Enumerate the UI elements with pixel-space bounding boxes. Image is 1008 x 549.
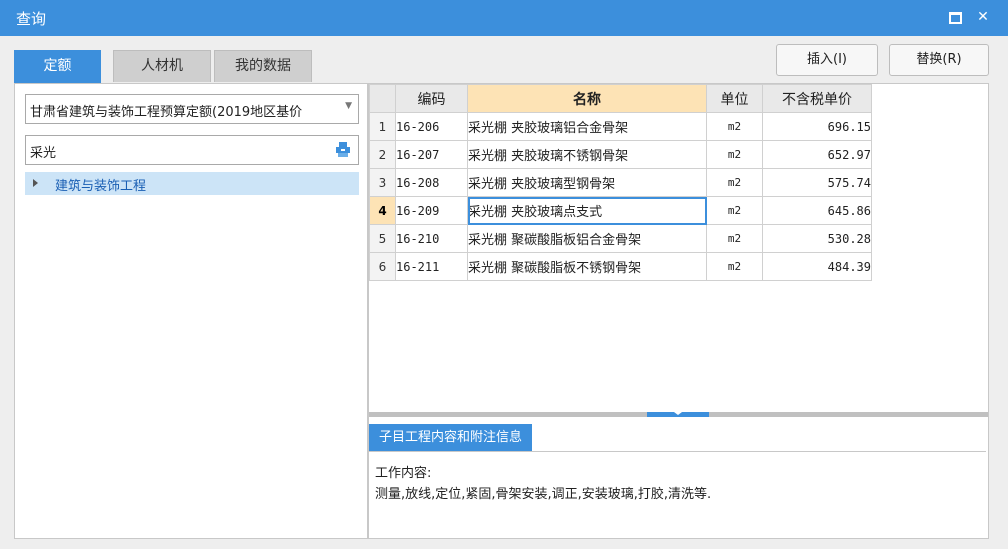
code-cell[interactable]: 16-211 [395, 252, 468, 281]
search-input[interactable]: 采光 [25, 135, 359, 165]
name-cell[interactable]: 采光棚 夹胶玻璃型钢骨架 [467, 168, 707, 197]
code-cell[interactable]: 16-209 [395, 196, 468, 225]
column-header-code[interactable]: 编码 [395, 84, 468, 113]
chevron-down-icon[interactable]: ▼ [345, 101, 352, 111]
name-cell-selected[interactable]: 采光棚 夹胶玻璃点支式 [467, 196, 707, 225]
name-cell[interactable]: 采光棚 夹胶玻璃不锈钢骨架 [467, 140, 707, 169]
quota-library-value: 甘肃省建筑与装饰工程预算定额(2019地区基价 [30, 105, 303, 120]
search-icon[interactable] [336, 142, 350, 157]
unit-cell[interactable]: m2 [706, 224, 763, 253]
price-cell[interactable]: 575.74 [762, 168, 872, 197]
tab-item-info[interactable]: 子目工程内容和附注信息 [369, 424, 533, 451]
unit-cell[interactable]: m2 [706, 168, 763, 197]
row-number: 1 [369, 112, 396, 141]
replace-button[interactable]: 替换(R) [889, 44, 989, 76]
row-number: 3 [369, 168, 396, 197]
code-cell[interactable]: 16-207 [395, 140, 468, 169]
unit-cell[interactable]: m2 [706, 252, 763, 281]
unit-cell[interactable]: m2 [706, 112, 763, 141]
price-cell[interactable]: 484.39 [762, 252, 872, 281]
right-panel: 编码 名称 单位 不含税单价 1 16-206 采光棚 夹胶玻璃铝合金骨架 m2… [368, 83, 989, 539]
column-header-name[interactable]: 名称 [467, 84, 707, 113]
tree-item-building-decoration[interactable]: 建筑与装饰工程 [25, 172, 359, 195]
tab-my-data[interactable]: 我的数据 [214, 50, 312, 82]
tree-item-label: 建筑与装饰工程 [55, 179, 147, 194]
item-info-panel: 工作内容: 测量,放线,定位,紧固,骨架安装,调正,安装玻璃,打胶,清洗等. [369, 451, 986, 538]
search-input-value: 采光 [30, 146, 57, 161]
window-title: 查询 [16, 10, 47, 28]
price-cell[interactable]: 530.28 [762, 224, 872, 253]
price-cell[interactable]: 696.15 [762, 112, 872, 141]
left-panel: 甘肃省建筑与装饰工程预算定额(2019地区基价 ▼ 采光 建筑与装饰工程 [14, 83, 368, 539]
column-header-unit[interactable]: 单位 [706, 84, 763, 113]
code-cell[interactable]: 16-206 [395, 112, 468, 141]
tab-quota[interactable]: 定额 [14, 50, 101, 83]
table-row[interactable]: 1 16-206 采光棚 夹胶玻璃铝合金骨架 m2 696.15 [369, 112, 872, 141]
chevron-down-icon [674, 412, 682, 415]
table-row[interactable]: 3 16-208 采光棚 夹胶玻璃型钢骨架 m2 575.74 [369, 168, 872, 197]
name-cell[interactable]: 采光棚 聚碳酸脂板不锈钢骨架 [467, 252, 707, 281]
splitter-grip[interactable] [647, 412, 709, 417]
quota-library-select[interactable]: 甘肃省建筑与装饰工程预算定额(2019地区基价 ▼ [25, 94, 359, 124]
title-bar: 查询 ✕ [0, 0, 1008, 36]
code-cell[interactable]: 16-208 [395, 168, 468, 197]
row-number-header [369, 84, 396, 113]
row-number: 6 [369, 252, 396, 281]
work-content-label: 工作内容: [375, 466, 432, 481]
close-icon[interactable]: ✕ [972, 6, 994, 28]
splitter[interactable] [369, 412, 988, 417]
price-cell[interactable]: 652.97 [762, 140, 872, 169]
row-number: 4 [369, 196, 396, 225]
table-row[interactable]: 5 16-210 采光棚 聚碳酸脂板铝合金骨架 m2 530.28 [369, 224, 872, 253]
name-cell[interactable]: 采光棚 夹胶玻璃铝合金骨架 [467, 112, 707, 141]
code-cell[interactable]: 16-210 [395, 224, 468, 253]
table-row[interactable]: 2 16-207 采光棚 夹胶玻璃不锈钢骨架 m2 652.97 [369, 140, 872, 169]
column-header-price[interactable]: 不含税单价 [762, 84, 872, 113]
insert-button[interactable]: 插入(I) [776, 44, 878, 76]
table-row[interactable]: 6 16-211 采光棚 聚碳酸脂板不锈钢骨架 m2 484.39 [369, 252, 872, 281]
row-number: 5 [369, 224, 396, 253]
work-content-text: 测量,放线,定位,紧固,骨架安装,调正,安装玻璃,打胶,清洗等. [375, 487, 712, 502]
maximize-icon[interactable] [944, 6, 966, 28]
price-cell[interactable]: 645.86 [762, 196, 872, 225]
tab-labor-material-machine[interactable]: 人材机 [113, 50, 211, 82]
name-cell[interactable]: 采光棚 聚碳酸脂板铝合金骨架 [467, 224, 707, 253]
table-row-selected[interactable]: 4 16-209 采光棚 夹胶玻璃点支式 m2 645.86 [369, 196, 872, 225]
row-number: 2 [369, 140, 396, 169]
table-header-row: 编码 名称 单位 不含税单价 [369, 84, 872, 113]
unit-cell[interactable]: m2 [706, 196, 763, 225]
unit-cell[interactable]: m2 [706, 140, 763, 169]
caret-right-icon[interactable] [33, 179, 38, 187]
results-table: 编码 名称 单位 不含税单价 1 16-206 采光棚 夹胶玻璃铝合金骨架 m2… [369, 84, 872, 281]
